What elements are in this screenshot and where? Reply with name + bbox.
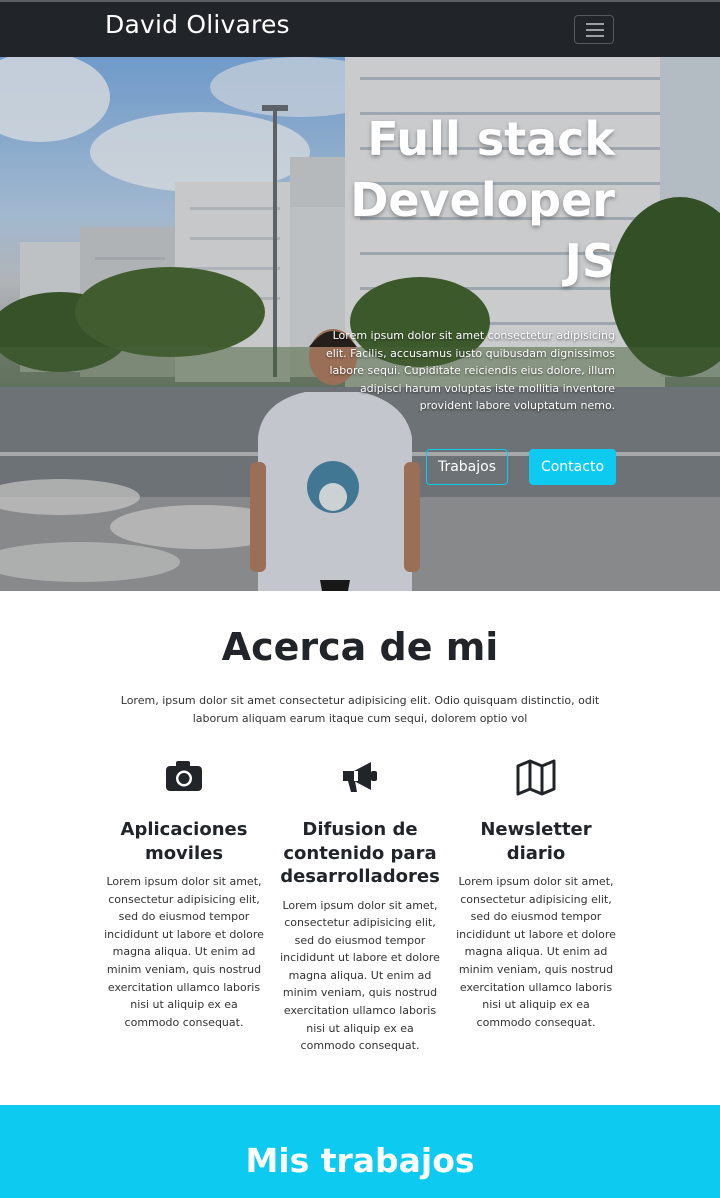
feature-text: Lorem ipsum dolor sit amet, consectetur … [104, 875, 264, 1029]
about-title: Acerca de mi [221, 625, 499, 669]
megaphone-icon [340, 756, 380, 796]
hero-section: Full stack Developer JS Lorem ipsum dolo… [0, 57, 720, 591]
navbar: David Olivares [0, 0, 720, 57]
brand-link[interactable]: David Olivares [105, 10, 290, 39]
hero-title: Full stack Developer JS [350, 112, 615, 288]
hero-lead-text: Lorem ipsum dolor sit amet consectetur a… [325, 329, 615, 412]
feature-mobile-apps: Aplicaciones moviles Lorem ipsum dolor s… [104, 756, 264, 1031]
camera-icon [164, 756, 204, 796]
works-section: Mis trabajos [0, 1105, 720, 1198]
feature-title: Difusion de contenido para desarrollador… [280, 819, 440, 887]
feature-text: Lorem ipsum dolor sit amet, consectetur … [280, 898, 440, 1053]
feature-text: Lorem ipsum dolor sit amet, consectetur … [456, 875, 616, 1029]
about-lead-text: Lorem, ipsum dolor sit amet consectetur … [120, 694, 600, 725]
hamburger-menu-icon[interactable] [574, 15, 614, 44]
feature-newsletter: Newsletter diario Lorem ipsum dolor sit … [456, 756, 616, 1031]
contact-button[interactable]: Contacto [529, 449, 616, 485]
works-title: Mis trabajos [245, 1141, 475, 1180]
feature-title: Newsletter diario [480, 819, 592, 864]
works-button[interactable]: Trabajos [426, 449, 508, 485]
feature-title: Aplicaciones moviles [120, 819, 248, 864]
map-icon [516, 756, 556, 796]
feature-content-diffusion: Difusion de contenido para desarrollador… [280, 756, 440, 1055]
